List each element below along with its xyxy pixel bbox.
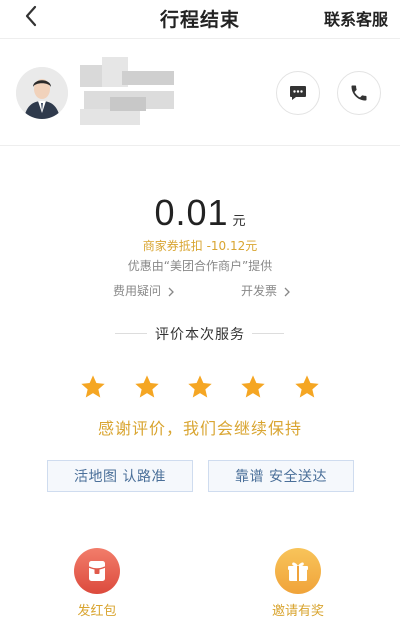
divider-right: [252, 333, 284, 334]
rating-tag-knows-route[interactable]: 活地图 认路准: [47, 460, 193, 492]
star-icon: [188, 375, 212, 398]
send-red-packet-button[interactable]: 发红包: [67, 548, 127, 619]
rating-star-4[interactable]: [239, 373, 267, 401]
driver-name-blurred: [80, 57, 180, 129]
rating-star-2[interactable]: [133, 373, 161, 401]
top-bar: 行程结束 联系客服: [0, 0, 400, 36]
rating-star-5[interactable]: [293, 373, 321, 401]
chevron-right-icon: [168, 287, 174, 296]
driver-info-section: [0, 38, 400, 146]
rating-star-3[interactable]: [186, 373, 214, 401]
rating-star-1[interactable]: [79, 373, 107, 401]
star-icon: [295, 375, 319, 398]
page-title: 行程结束: [159, 8, 240, 31]
merchant-coupon-discount: 商家券抵扣 -10.12元: [142, 239, 258, 253]
red-packet-icon: [74, 548, 120, 594]
promo-provider-note: 优惠由“美团合作商户”提供: [127, 259, 273, 273]
driver-avatar-icon: [16, 67, 68, 119]
red-packet-label: 发红包: [77, 604, 117, 619]
fare-amount: 0.01: [154, 192, 229, 233]
contact-support-link[interactable]: 联系客服: [324, 6, 388, 30]
star-icon: [81, 375, 105, 398]
chevron-right-icon: [284, 287, 290, 296]
chat-bubble-icon: [290, 86, 306, 100]
fee-question-link[interactable]: 费用疑问: [113, 282, 175, 299]
rating-thanks-message: 感谢评价，我们会继续保持: [97, 419, 302, 438]
phone-icon: [351, 85, 367, 101]
call-driver-button[interactable]: [337, 71, 381, 115]
back-arrow-icon: [25, 5, 37, 27]
invite-reward-button[interactable]: 邀请有奖: [268, 548, 328, 619]
invoice-link[interactable]: 开发票: [241, 282, 291, 299]
back-button[interactable]: [18, 2, 46, 30]
star-icon: [241, 375, 265, 398]
gift-icon: [275, 548, 321, 594]
invite-reward-label: 邀请有奖: [271, 604, 324, 619]
fare-unit: 元: [232, 214, 246, 229]
fare-amount-row: 0.01 元: [0, 192, 400, 234]
star-icon: [135, 375, 159, 398]
message-driver-button[interactable]: [276, 71, 320, 115]
rating-tag-safe-arrival[interactable]: 靠谱 安全送达: [208, 460, 354, 492]
rating-title: 评价本次服务: [155, 327, 245, 343]
fee-question-label: 费用疑问: [113, 284, 162, 298]
invoice-label: 开发票: [241, 284, 278, 298]
